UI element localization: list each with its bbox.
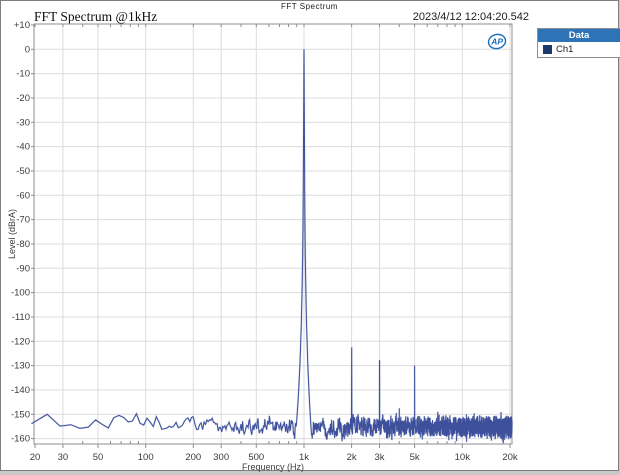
legend-swatch (543, 45, 552, 54)
svg-text:-100: -100 (11, 288, 30, 299)
svg-text:20: 20 (30, 452, 41, 463)
svg-text:-130: -130 (11, 361, 30, 372)
svg-text:300: 300 (213, 452, 229, 463)
svg-text:20k: 20k (502, 452, 518, 463)
tick-labels: +10 0 -10 -20 -30 -40 -50 -60 -70 -80 -90 -100 -110 -… (11, 20, 518, 463)
ap-logo-icon: AP (486, 32, 508, 51)
svg-text:-50: -50 (16, 166, 30, 177)
svg-text:5k: 5k (410, 452, 420, 463)
svg-text:2k: 2k (347, 452, 357, 463)
svg-text:-110: -110 (12, 312, 30, 323)
svg-text:-60: -60 (16, 190, 30, 201)
svg-text:-10: -10 (16, 69, 30, 80)
svg-text:30: 30 (58, 452, 69, 463)
spectrum-trace-halo (32, 49, 513, 443)
svg-text:-120: -120 (11, 336, 30, 347)
svg-text:50: 50 (93, 452, 104, 463)
svg-text:-150: -150 (11, 409, 30, 420)
svg-text:0: 0 (25, 44, 30, 55)
svg-text:-20: -20 (16, 93, 30, 104)
svg-text:1k: 1k (299, 452, 309, 463)
svg-text:-90: -90 (16, 263, 30, 274)
legend-header: Data (538, 29, 620, 42)
svg-text:-140: -140 (11, 385, 30, 396)
svg-text:-160: -160 (11, 434, 30, 445)
legend-item-ch1[interactable]: Ch1 (538, 42, 620, 57)
legend-item-label: Ch1 (556, 44, 573, 55)
legend-body: Ch1 (538, 42, 620, 57)
plot-frame (34, 24, 512, 444)
svg-text:500: 500 (248, 452, 264, 463)
svg-text:-80: -80 (16, 239, 30, 250)
axis-ticks (31, 24, 510, 448)
svg-text:-30: -30 (16, 117, 30, 128)
svg-text:200: 200 (185, 452, 201, 463)
graph-window: FFT Spectrum FFT Spectrum @1kHz 2023/4/1… (0, 0, 619, 471)
svg-text:+10: +10 (14, 20, 30, 31)
svg-text:-40: -40 (16, 142, 30, 153)
svg-text:100: 100 (138, 452, 154, 463)
legend-panel[interactable]: Data Ch1 (537, 28, 620, 58)
gridlines (34, 24, 512, 444)
svg-text:10k: 10k (455, 452, 471, 463)
spectrum-plot[interactable]: +10 0 -10 -20 -30 -40 -50 -60 -70 -80 -90 -100 -110 -… (1, 1, 620, 475)
spectrum-trace (32, 49, 513, 443)
svg-text:AP: AP (490, 37, 503, 47)
svg-text:3k: 3k (374, 452, 384, 463)
svg-text:-70: -70 (16, 215, 30, 226)
